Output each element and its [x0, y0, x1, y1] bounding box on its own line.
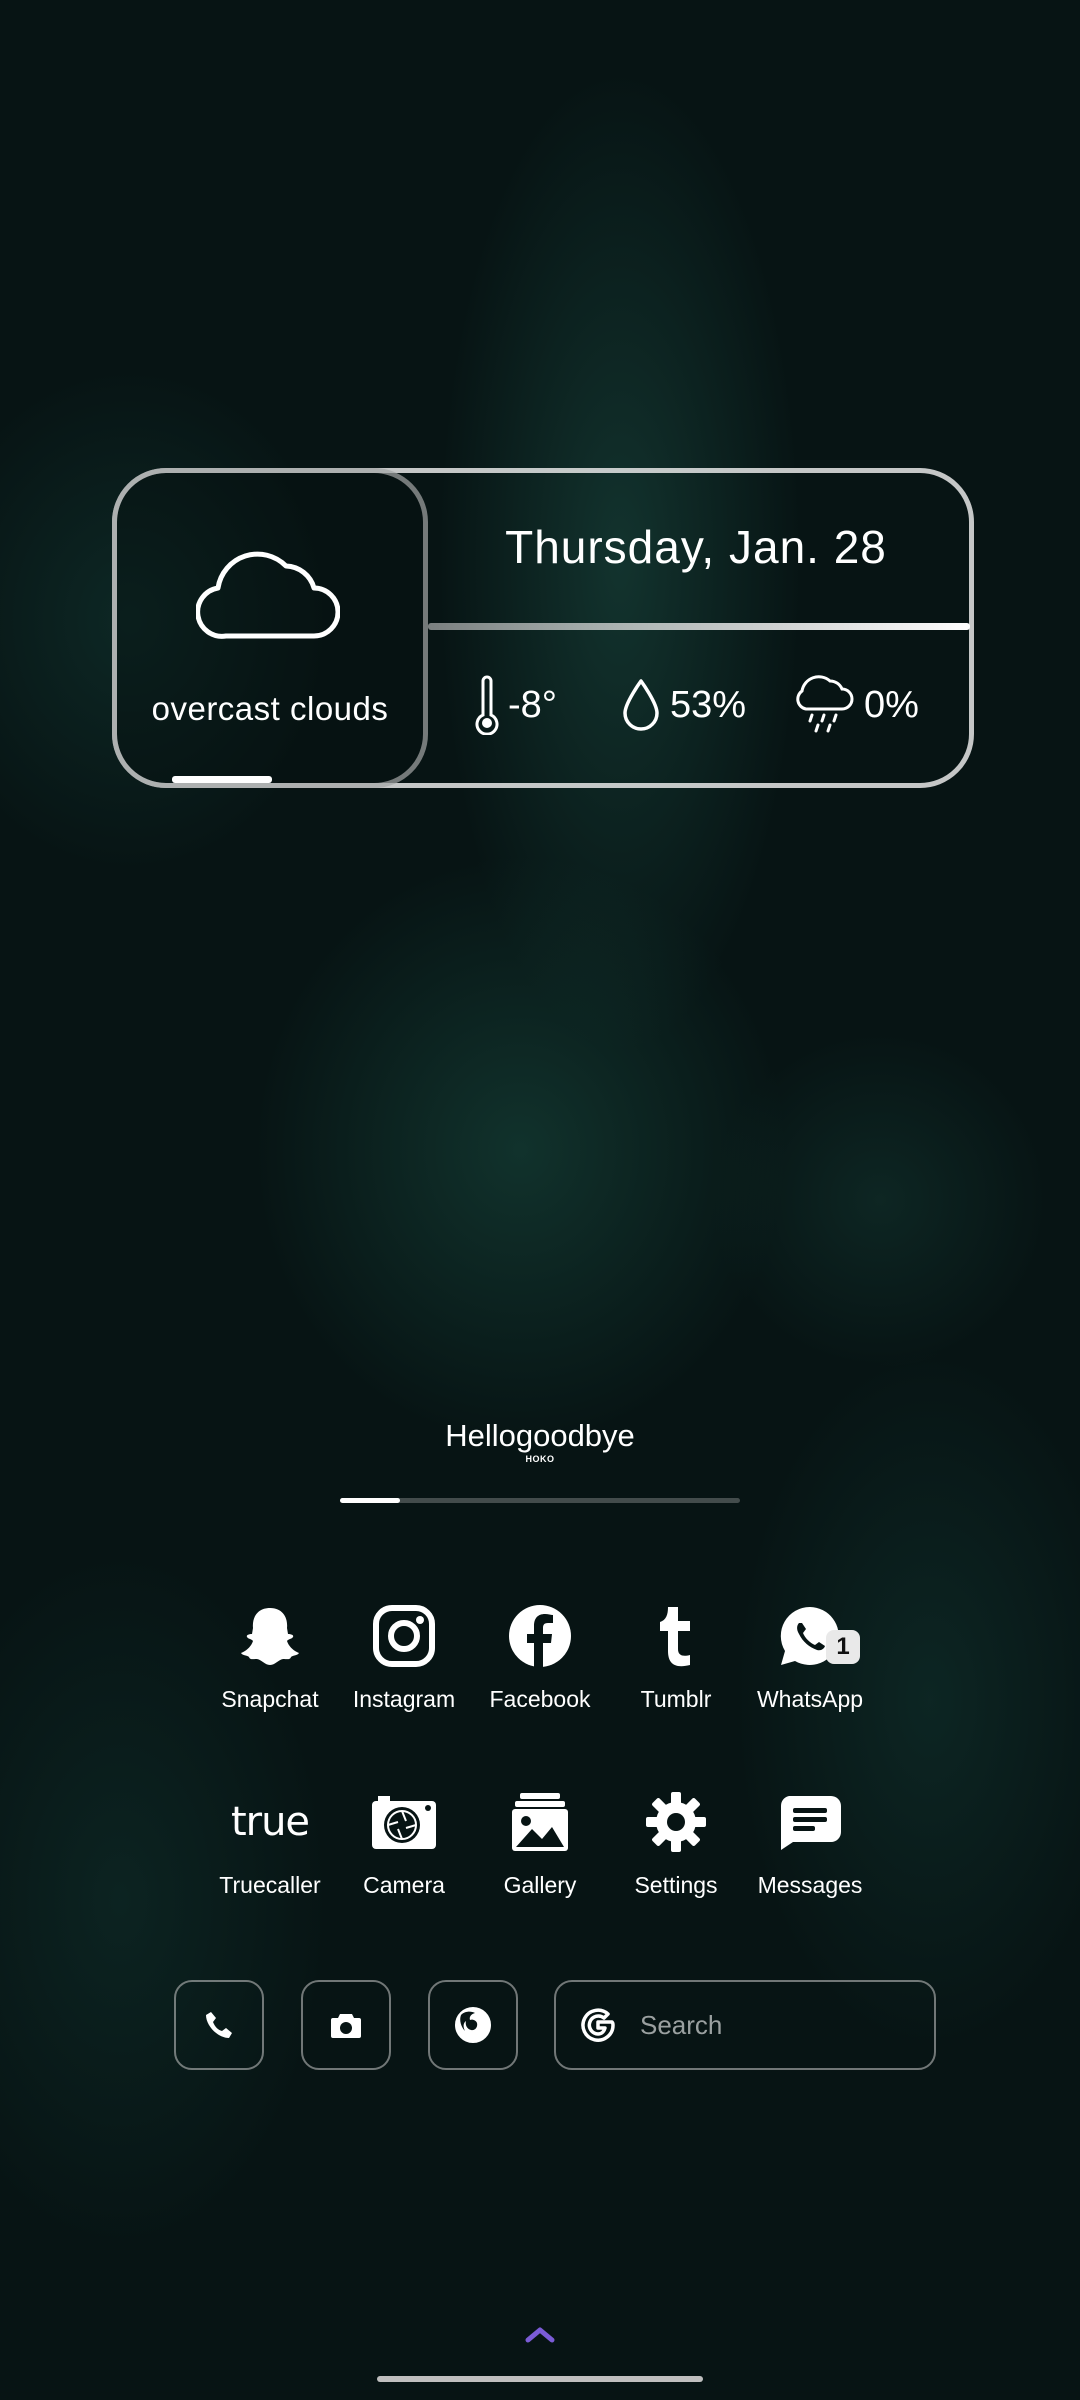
weather-widget[interactable]: overcast clouds Thursday, Jan. 28 -8° 53…: [112, 468, 974, 788]
temperature-value: -8°: [508, 683, 557, 726]
weather-date: Thursday, Jan. 28: [505, 521, 887, 573]
water-drop-icon: [623, 679, 659, 731]
app-label: Camera: [363, 1872, 445, 1898]
home-indicator[interactable]: [377, 2376, 703, 2382]
app-settings[interactable]: Settings: [608, 1782, 744, 1899]
cloud-icon: [196, 551, 340, 639]
gear-icon: [646, 1792, 706, 1852]
app-label: Snapchat: [221, 1686, 319, 1712]
music-progress-bar[interactable]: [340, 1498, 740, 1503]
app-label: Settings: [634, 1872, 718, 1898]
messages-icon: [780, 1796, 841, 1850]
app-snapchat[interactable]: Snapchat: [202, 1596, 338, 1713]
music-title[interactable]: Hellogoodbye: [0, 1418, 1080, 1454]
app-facebook[interactable]: Facebook: [472, 1596, 608, 1713]
app-gallery[interactable]: Gallery: [472, 1782, 608, 1899]
app-label: WhatsApp: [756, 1686, 864, 1712]
camera-icon: [372, 1796, 436, 1849]
music-progress-fill: [340, 1498, 400, 1503]
app-camera[interactable]: Camera: [336, 1782, 472, 1899]
notification-badge: 1: [826, 1630, 860, 1664]
instagram-icon: [373, 1605, 435, 1667]
truecaller-icon: true: [230, 1799, 310, 1845]
app-instagram[interactable]: Instagram: [336, 1596, 472, 1713]
phone-icon: [206, 2012, 232, 2038]
precipitation-value: 0%: [864, 683, 919, 726]
app-messages[interactable]: Messages: [742, 1782, 878, 1899]
app-whatsapp[interactable]: 1 WhatsApp: [742, 1596, 878, 1713]
firefox-icon: [455, 2007, 491, 2043]
weather-description: overcast clouds: [151, 690, 389, 727]
dock-firefox-button[interactable]: [428, 1980, 518, 2070]
google-icon: [581, 2008, 615, 2042]
precipitation-stat: 0%: [792, 670, 919, 740]
app-tumblr[interactable]: Tumblr: [608, 1596, 744, 1713]
music-artist: HOKO: [525, 1454, 555, 1464]
app-label: Truecaller: [219, 1872, 321, 1898]
weather-accent-bar: [172, 776, 272, 783]
app-truecaller[interactable]: true Truecaller: [202, 1782, 338, 1899]
app-label: Messages: [757, 1872, 863, 1898]
snapchat-icon: [241, 1608, 299, 1665]
app-label: Tumblr: [640, 1686, 712, 1712]
app-label: Facebook: [489, 1686, 591, 1712]
facebook-icon: [509, 1605, 571, 1667]
app-label: Gallery: [503, 1872, 577, 1898]
search-bar[interactable]: Search: [554, 1980, 936, 2070]
humidity-stat: 53%: [620, 670, 746, 740]
gallery-icon: [512, 1793, 568, 1851]
tumblr-icon: [660, 1607, 690, 1667]
dock-phone-button[interactable]: [174, 1980, 264, 2070]
thermometer-icon: [475, 675, 499, 735]
weather-divider: [428, 623, 970, 630]
camera-icon: [331, 2014, 361, 2038]
rain-cloud-icon: [796, 675, 854, 733]
app-drawer-arrow-icon[interactable]: [520, 2318, 560, 2348]
search-placeholder: Search: [640, 2009, 723, 2040]
temperature-stat: -8°: [474, 670, 557, 740]
app-label: Instagram: [352, 1686, 456, 1712]
dock-camera-button[interactable]: [301, 1980, 391, 2070]
humidity-value: 53%: [670, 683, 747, 726]
